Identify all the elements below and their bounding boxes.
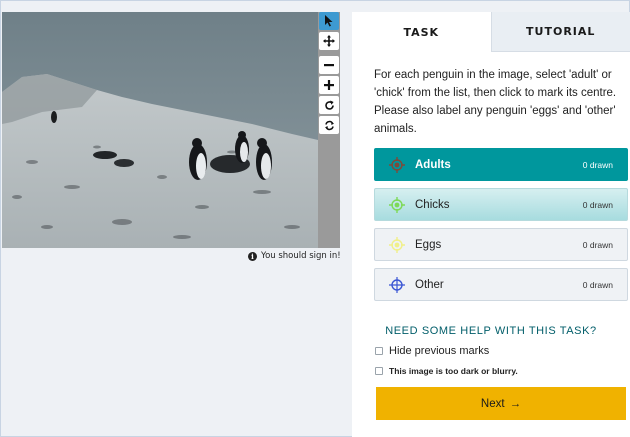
zoom-out-button[interactable] bbox=[319, 56, 339, 74]
hide-marks-label: Hide previous marks bbox=[389, 345, 490, 357]
pointer-icon bbox=[325, 15, 333, 27]
hide-marks-option[interactable]: Hide previous marks bbox=[375, 345, 630, 357]
signin-notice: i You should sign in! bbox=[248, 251, 341, 261]
reset-icon bbox=[324, 120, 334, 130]
zoom-out-icon bbox=[324, 64, 334, 67]
rotate-icon bbox=[324, 100, 334, 110]
zoom-in-button[interactable] bbox=[319, 76, 339, 94]
subject-image[interactable] bbox=[2, 12, 318, 248]
task-tabs: TASK TUTORIAL bbox=[352, 12, 630, 52]
info-icon: i bbox=[248, 251, 257, 261]
tool-eggs-count: 0 drawn bbox=[582, 239, 613, 250]
crosshair-icon bbox=[389, 236, 405, 253]
crosshair-icon bbox=[389, 156, 405, 173]
tool-adults-count: 0 drawn bbox=[582, 159, 613, 170]
image-toolbar bbox=[318, 12, 340, 136]
too-dark-label: This image is too dark or blurry. bbox=[389, 366, 518, 376]
tool-other-count: 0 drawn bbox=[582, 279, 613, 290]
help-link[interactable]: NEED SOME HELP WITH THIS TASK? bbox=[352, 325, 630, 337]
task-instructions: For each penguin in the image, select 'a… bbox=[374, 69, 617, 135]
task-panel: TASK TUTORIAL For each penguin in the im… bbox=[352, 12, 630, 437]
tab-task[interactable]: TASK bbox=[352, 12, 491, 52]
tool-eggs-label: Eggs bbox=[415, 238, 442, 251]
tool-chicks-label: Chicks bbox=[415, 198, 450, 211]
tool-other[interactable]: Other 0 drawn bbox=[374, 268, 628, 301]
pan-tool-button[interactable] bbox=[319, 32, 339, 50]
tool-adults[interactable]: Adults 0 drawn bbox=[374, 148, 628, 181]
reset-button[interactable] bbox=[319, 116, 339, 134]
tool-other-label: Other bbox=[415, 278, 444, 291]
signin-text: You should sign in! bbox=[261, 251, 341, 261]
hide-marks-checkbox[interactable] bbox=[375, 347, 383, 355]
marking-tools-list: Adults 0 drawn Chicks 0 drawn Eggs 0 dra… bbox=[374, 148, 628, 301]
tool-eggs[interactable]: Eggs 0 drawn bbox=[374, 228, 628, 261]
pointer-tool-button[interactable] bbox=[319, 12, 339, 30]
zoom-in-icon bbox=[324, 80, 334, 90]
pan-icon bbox=[323, 35, 335, 47]
penguin-photo bbox=[2, 12, 318, 248]
next-button-label: Next bbox=[480, 397, 505, 410]
too-dark-option[interactable]: This image is too dark or blurry. bbox=[375, 366, 630, 376]
next-button[interactable]: Next → bbox=[376, 387, 626, 420]
tool-chicks-count: 0 drawn bbox=[582, 199, 613, 210]
crosshair-icon bbox=[389, 276, 405, 293]
tab-tutorial[interactable]: TUTORIAL bbox=[490, 12, 630, 52]
too-dark-checkbox[interactable] bbox=[375, 367, 383, 375]
tool-chicks[interactable]: Chicks 0 drawn bbox=[374, 188, 628, 221]
crosshair-icon bbox=[389, 196, 405, 213]
arrow-right-icon: → bbox=[509, 397, 522, 410]
tool-adults-label: Adults bbox=[415, 158, 451, 171]
rotate-button[interactable] bbox=[319, 96, 339, 114]
